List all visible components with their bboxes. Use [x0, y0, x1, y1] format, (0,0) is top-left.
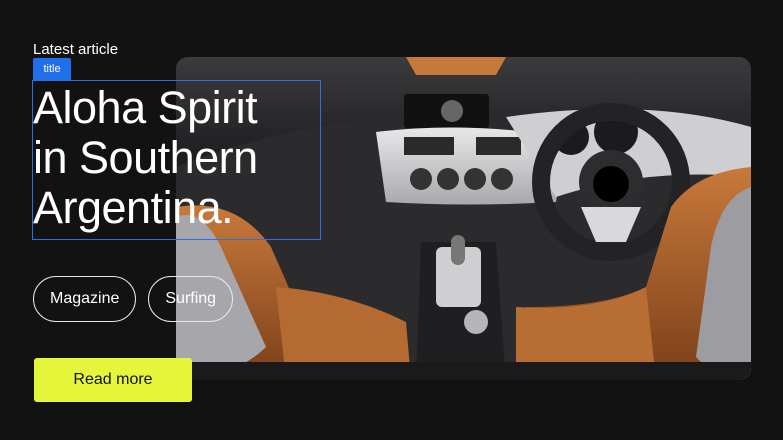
article-hero: Latest article title Aloha Spirit in Sou… — [0, 0, 783, 440]
section-label: Latest article — [33, 41, 119, 58]
tag-list: Magazine Surfing — [33, 276, 234, 322]
tag-magazine[interactable]: Magazine — [33, 276, 137, 322]
read-more-button[interactable]: Read more — [34, 358, 192, 402]
dev-element-tag: title — [33, 58, 71, 80]
tag-surfing[interactable]: Surfing — [148, 276, 234, 322]
article-title[interactable]: Aloha Spirit in Southern Argentina. — [33, 83, 333, 233]
